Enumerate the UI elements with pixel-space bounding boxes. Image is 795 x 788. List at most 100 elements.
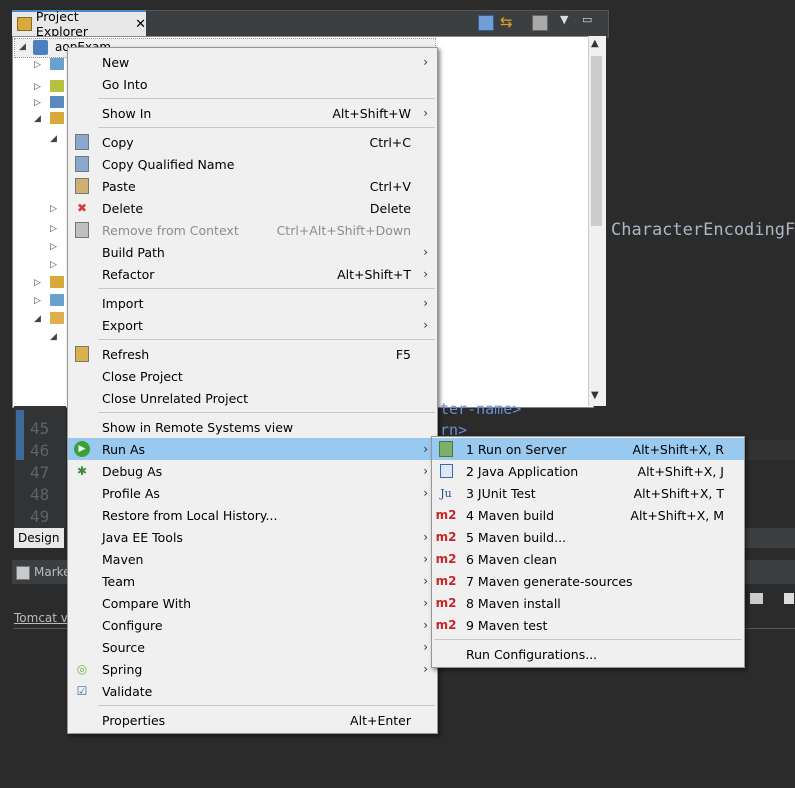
tab-design-label: Design — [18, 531, 60, 545]
submenu-item-7-maven-generate-sources[interactable]: m2 7 Maven generate-sources — [432, 570, 744, 592]
menu-item-label: Run As — [102, 441, 146, 457]
menu-item-properties[interactable]: Properties Alt+Enter — [68, 709, 437, 731]
menu-item-configure[interactable]: Configure › — [68, 614, 437, 636]
submenu-item-label: 3 JUnit Test — [466, 485, 536, 501]
menu-item-go-into[interactable]: Go Into — [68, 73, 437, 95]
paste-icon — [74, 178, 90, 194]
expand-icon[interactable]: ▷ — [34, 60, 41, 70]
editor-code-text: CharacterEncodingFi — [611, 220, 795, 240]
scroll-up-icon[interactable]: ▲ — [591, 38, 599, 49]
menu-item-profile-as[interactable]: Profile As › — [68, 482, 437, 504]
tab-markers[interactable]: Marke — [14, 562, 71, 582]
submenu-item-2-java-application[interactable]: 2 Java Application Alt+Shift+X, J — [432, 460, 744, 482]
m2-icon: m2 — [435, 508, 457, 522]
menu-item-copy-qualified-name[interactable]: Copy Qualified Name — [68, 153, 437, 175]
scroll-down-icon[interactable]: ▼ — [591, 390, 599, 401]
menu-item-show-in[interactable]: Show In Alt+Shift+W › — [68, 102, 437, 124]
menu-item-refresh[interactable]: Refresh F5 — [68, 343, 437, 365]
line-number: 47 — [30, 463, 50, 482]
minimize-icon[interactable]: ▭ — [582, 13, 592, 26]
menu-item-spring[interactable]: ◎ Spring › — [68, 658, 437, 680]
chevron-right-icon: › — [423, 530, 428, 544]
folder-icon — [50, 294, 64, 306]
line-number: 48 — [30, 485, 50, 504]
submenu-item-5-maven-build[interactable]: m2 5 Maven build... — [432, 526, 744, 548]
chevron-right-icon: › — [423, 106, 428, 120]
folder-icon — [50, 312, 64, 324]
menu-item-copy[interactable]: Copy Ctrl+C — [68, 131, 437, 153]
menu-item-label: Go Into — [102, 76, 148, 92]
expand-icon[interactable]: ▷ — [50, 260, 57, 270]
context-menu: New › Go Into Show In Alt+Shift+W › Copy Ctrl+C… — [67, 47, 438, 734]
menu-item-paste[interactable]: Paste Ctrl+V — [68, 175, 437, 197]
submenu-item-9-maven-test[interactable]: m2 9 Maven test — [432, 614, 744, 636]
menu-item-label: Close Project — [102, 368, 183, 384]
tree-scrollbar-thumb[interactable] — [591, 56, 602, 226]
tab-project-explorer[interactable]: Project Explorer ✕ — [12, 9, 146, 39]
submenu-item-8-maven-install[interactable]: m2 8 Maven install — [432, 592, 744, 614]
submenu-item-label: Run Configurations... — [466, 646, 598, 662]
menu-item-label: Source — [102, 639, 145, 655]
copy-qualified-icon — [74, 156, 90, 172]
collapse-all-icon[interactable] — [478, 15, 494, 31]
submenu-item-run-configurations[interactable]: Run Configurations... — [432, 643, 744, 665]
menu-item-export[interactable]: Export › — [68, 314, 437, 336]
menu-item-label: Properties — [102, 712, 166, 728]
submenu-item-6-maven-clean[interactable]: m2 6 Maven clean — [432, 548, 744, 570]
menu-item-team[interactable]: Team › — [68, 570, 437, 592]
menu-item-close-unrelated-project[interactable]: Close Unrelated Project — [68, 387, 437, 409]
editor-xml-text: ter-name> — [440, 400, 522, 418]
menu-item-build-path[interactable]: Build Path › — [68, 241, 437, 263]
menu-item-validate[interactable]: ☑ Validate — [68, 680, 437, 702]
menu-item-shortcut: Delete — [369, 200, 411, 216]
menu-separator — [98, 127, 435, 128]
filter-icon[interactable] — [532, 15, 548, 31]
collapse-icon[interactable]: ◢ — [50, 332, 57, 342]
submenu-item-4-maven-build[interactable]: m2 4 Maven build Alt+Shift+X, M — [432, 504, 744, 526]
run-icon: ▶ — [74, 441, 90, 457]
menu-item-delete[interactable]: ✖ Delete Delete — [68, 197, 437, 219]
expand-icon[interactable]: ▷ — [50, 224, 57, 234]
submenu-item-label: 5 Maven build... — [466, 529, 567, 545]
submenu-item-1-run-on-server[interactable]: 1 Run on Server Alt+Shift+X, R — [432, 438, 744, 460]
menu-item-label: Export — [102, 317, 143, 333]
expand-icon[interactable]: ▷ — [50, 204, 57, 214]
menu-separator — [434, 639, 742, 640]
toolbar-icon[interactable] — [784, 593, 794, 604]
menu-item-new[interactable]: New › — [68, 51, 437, 73]
menu-item-restore-from-local-history[interactable]: Restore from Local History... — [68, 504, 437, 526]
collapse-icon[interactable]: ◢ — [34, 314, 41, 324]
menu-item-compare-with[interactable]: Compare With › — [68, 592, 437, 614]
submenu-item-3-junit-test[interactable]: Ju 3 JUnit Test Alt+Shift+X, T — [432, 482, 744, 504]
menu-item-label: Configure — [102, 617, 163, 633]
menu-item-show-in-remote-systems-view[interactable]: Show in Remote Systems view — [68, 416, 437, 438]
menu-item-maven[interactable]: Maven › — [68, 548, 437, 570]
menu-item-run-as[interactable]: ▶ Run As › — [68, 438, 437, 460]
menu-item-import[interactable]: Import › — [68, 292, 437, 314]
menu-item-label: New — [102, 54, 130, 70]
submenu-item-label: 6 Maven clean — [466, 551, 557, 567]
expand-icon[interactable]: ▷ — [34, 82, 41, 92]
submenu-item-shortcut: Alt+Shift+X, T — [633, 485, 724, 501]
expand-icon[interactable]: ▷ — [50, 242, 57, 252]
expand-icon[interactable]: ▷ — [34, 278, 41, 288]
link-with-editor-icon[interactable]: ⇆ — [500, 13, 513, 31]
line-number: 49 — [30, 507, 50, 526]
menu-item-debug-as[interactable]: ✱ Debug As › — [68, 460, 437, 482]
expand-icon[interactable]: ▷ — [34, 98, 41, 108]
close-icon[interactable]: ✕ — [135, 17, 146, 32]
expand-icon[interactable]: ▷ — [34, 296, 41, 306]
view-menu-icon[interactable]: ▼ — [560, 13, 568, 26]
validate-icon: ☑ — [76, 684, 88, 698]
menu-item-close-project[interactable]: Close Project — [68, 365, 437, 387]
toolbar-icon[interactable] — [750, 593, 763, 604]
menu-item-refactor[interactable]: Refactor Alt+Shift+T › — [68, 263, 437, 285]
collapse-icon[interactable]: ◢ — [50, 134, 57, 144]
collapse-icon[interactable]: ◢ — [19, 42, 26, 52]
chevron-right-icon: › — [423, 618, 428, 632]
menu-item-source[interactable]: Source › — [68, 636, 437, 658]
tab-design[interactable]: Design — [14, 528, 64, 548]
junit-icon: Ju — [440, 486, 452, 500]
menu-item-java-ee-tools[interactable]: Java EE Tools › — [68, 526, 437, 548]
collapse-icon[interactable]: ◢ — [34, 114, 41, 124]
